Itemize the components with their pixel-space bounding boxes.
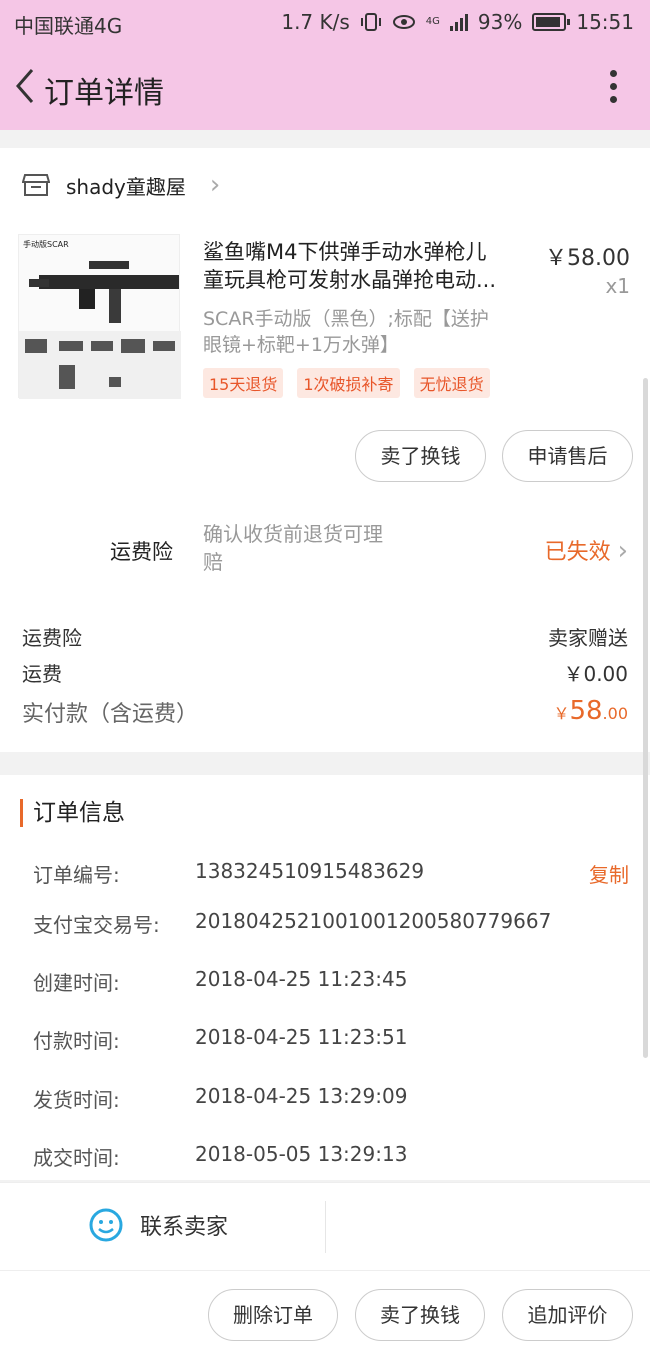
back-arrow-icon[interactable] [12,66,38,106]
more-menu-icon[interactable] [610,70,618,104]
status-bar: 中国联通4G 1.7 K/s 4G 93% 15:51 [0,0,650,44]
shop-link[interactable]: shady童趣屋 › [22,170,220,200]
chat-smile-icon [89,1208,123,1242]
currency-symbol: ￥ [553,704,570,723]
product-image: 手动版SCAR [19,239,181,399]
store-icon [22,174,50,196]
product-title[interactable]: 鲨鱼嘴M4下供弹手动水弹枪儿 童玩具枪可发射水晶弹抢电动... [203,238,533,294]
chevron-right-icon: › [209,170,221,200]
scrollbar[interactable] [643,378,648,1058]
fee-row-insurance: 运费险 卖家赠送 [22,622,628,651]
service-tags: 15天退货 1次破损补寄 无忧退货 [203,368,490,398]
info-key: 支付宝交易号: [33,913,160,937]
sell-for-cash-button[interactable]: 卖了换钱 [355,430,486,482]
info-value: 138324510915483629 [195,859,425,883]
order-item-card: shady童趣屋 › 手动版SCAR 鲨鱼嘴M4下供弹手动水弹枪儿 童玩具枪可发… [0,148,650,752]
info-key: 付款时间: [33,1029,120,1053]
insurance-desc-line2: 赔 [203,550,223,574]
signal-icon [449,13,468,31]
shop-name: shady童趣屋 [66,174,186,199]
network-type: 4G [425,16,440,27]
info-value: 2018-04-25 13:29:09 [195,1084,408,1108]
info-key: 订单编号: [33,863,120,887]
info-value: 2018-04-25 11:23:51 [195,1025,408,1049]
carrier-label: 中国联通4G [14,14,123,38]
product-spec: SCAR手动版（黑色）;标配【送护 眼镜+标靶+1万水弹】 [203,306,533,358]
order-info-title: 订单信息 [20,799,125,827]
network-speed: 1.7 K/s [281,10,350,34]
product-title-line2: 童玩具枪可发射水晶弹抢电动... [203,268,497,292]
insurance-label: 运费险 [110,540,173,564]
tag-worry-free-return: 无忧退货 [413,368,490,398]
divider [325,1201,326,1253]
product-spec-line1: SCAR手动版（黑色）;标配【送护 [203,308,489,330]
total-paid-integer: 58 [569,696,603,726]
info-key: 成交时间: [33,1146,120,1170]
info-value: 2018042521001001200580779667 [195,909,552,933]
eye-icon [392,15,415,29]
bottom-action-bar: 删除订单 卖了换钱 追加评价 [0,1270,650,1360]
request-after-sale-button[interactable]: 申请售后 [502,430,633,482]
info-key: 发货时间: [33,1088,120,1112]
fee-row-total: 实付款（含运费） ￥58.00 [22,696,628,728]
insurance-description: 确认收货前退货可理 赔 [203,520,433,576]
tag-15-day-return: 15天退货 [203,368,284,398]
contact-seller-label: 联系卖家 [140,1215,229,1240]
add-review-button[interactable]: 追加评价 [502,1289,633,1341]
info-value: 2018-04-25 11:23:45 [195,967,408,991]
contact-bar: 联系卖家 [0,1182,650,1270]
product-title-line1: 鲨鱼嘴M4下供弹手动水弹枪儿 [203,240,487,264]
order-info-card: 订单信息 订单编号: 138324510915483629 复制 支付宝交易号:… [0,775,650,1180]
total-paid-label: 实付款（含运费） [22,702,199,727]
product-price: ￥58.00 [545,246,630,271]
chevron-right-icon: › [617,536,628,566]
clock: 15:51 [576,10,634,34]
product-spec-line2: 眼镜+标靶+1万水弹】 [203,334,399,356]
copy-button[interactable]: 复制 [589,859,629,888]
page-title: 订单详情 [44,76,164,111]
total-paid-decimal: .00 [602,704,628,723]
info-value: 2018-05-05 13:29:13 [195,1142,408,1166]
fee-insurance-label: 运费险 [22,626,82,650]
info-key: 创建时间: [33,971,120,995]
delete-order-button[interactable]: 删除订单 [208,1289,338,1341]
product-thumbnail[interactable]: 手动版SCAR [18,234,181,399]
sell-for-cash-button[interactable]: 卖了换钱 [355,1289,485,1341]
fee-insurance-value: 卖家赠送 [548,626,628,650]
battery-percent: 93% [477,10,523,34]
contact-seller-button[interactable]: 联系卖家 [88,1207,228,1243]
battery-icon [532,13,571,31]
insurance-status: 已失效 [544,540,611,565]
tag-damage-resend: 1次破损补寄 [297,368,400,398]
total-paid-amount: ￥58.00 [553,696,628,728]
thumb-label: 手动版SCAR [23,239,69,249]
product-quantity: x1 [605,274,630,298]
status-icons: 1.7 K/s 4G 93% 15:51 [281,10,634,34]
vibrate-icon [360,13,381,31]
insurance-status-link[interactable]: 已失效 › [545,534,628,566]
nav-bar: 订单详情 [0,44,650,130]
fee-shipping-value: ￥0.00 [563,662,628,686]
fee-row-shipping: 运费 ￥0.00 [22,658,628,687]
insurance-desc-line1: 确认收货前退货可理 [203,522,383,546]
fee-shipping-label: 运费 [22,662,62,686]
